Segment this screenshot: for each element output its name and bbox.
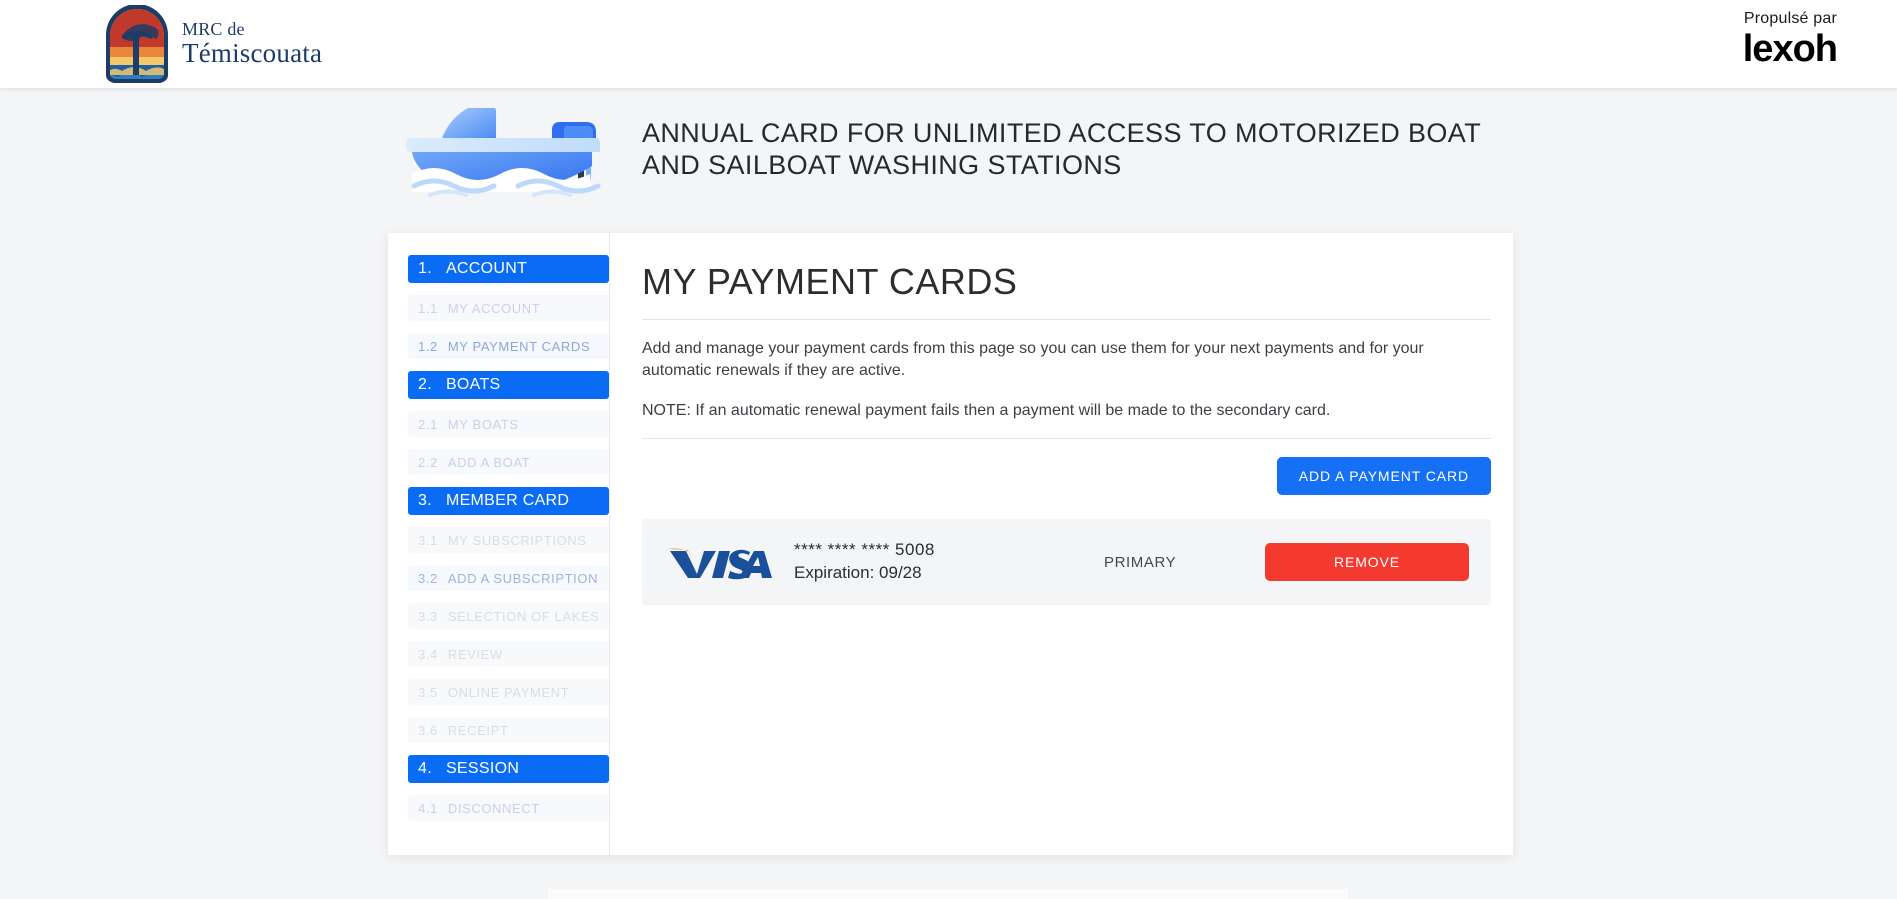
- sidebar-item-label: ONLINE PAYMENT: [447, 684, 570, 700]
- sidebar-item-label: SESSION: [445, 760, 520, 777]
- card-status-badge: PRIMARY: [1104, 553, 1177, 571]
- powered-by-block: Propulsé par lexoh: [1742, 10, 1838, 70]
- brand-line-2: Témiscouata: [182, 37, 323, 68]
- sidebar-item-receipt[interactable]: 3.6 RECEIPT: [408, 717, 609, 743]
- main-content: MY PAYMENT CARDS Add and manage your pay…: [610, 233, 1513, 855]
- sidebar-item-add-a-subscription[interactable]: 3.2 ADD A SUBSCRIPTION: [408, 565, 609, 591]
- sidebar-item-label: RECEIPT: [447, 722, 509, 738]
- sidebar-item-my-account[interactable]: 1.1 MY ACCOUNT: [408, 295, 609, 321]
- card-number: **** **** **** 5008: [794, 540, 935, 560]
- powered-by-label: Propulsé par: [1743, 10, 1837, 27]
- sidebar-item-label: DISCONNECT: [447, 800, 540, 816]
- banner-title: ANNUAL CARD FOR UNLIMITED ACCESS TO MOTO…: [642, 118, 1481, 180]
- sidebar-item-number: 3.5: [418, 684, 438, 700]
- sidebar-item-label: MY PAYMENT CARDS: [447, 338, 591, 354]
- content-panel: 1. ACCOUNT 1.1 MY ACCOUNT 1.2 MY PAYMENT CARD…: [388, 233, 1513, 855]
- sidebar-item-number: 3.: [418, 492, 432, 509]
- sidebar-item-number: 4.: [418, 760, 432, 777]
- sidebar-item-review[interactable]: 3.4 REVIEW: [408, 641, 609, 667]
- add-payment-card-button[interactable]: ADD A PAYMENT CARD: [1276, 457, 1491, 496]
- sidebar-item-label: ADD A SUBSCRIPTION: [447, 570, 599, 586]
- card-expiration: Expiration: 09/28: [794, 563, 922, 583]
- sidebar-item-member-card[interactable]: 3. MEMBER CARD: [408, 487, 609, 515]
- sidebar-item-number: 3.1: [418, 532, 438, 548]
- actions-row: ADD A PAYMENT CARD: [642, 457, 1491, 496]
- visa-logo-icon: [666, 540, 776, 585]
- sidebar-item-boats[interactable]: 2. BOATS: [408, 371, 609, 399]
- sidebar-item-label: MY ACCOUNT: [447, 300, 541, 316]
- site-header: MRC de Témiscouata Propulsé par lexoh: [0, 0, 1897, 88]
- section-divider: [642, 438, 1491, 440]
- sidebar-item-number: 1.2: [418, 338, 438, 354]
- sidebar-item-number: 3.6: [418, 722, 438, 738]
- sidebar-item-number: 3.3: [418, 608, 438, 624]
- sidebar-item-label: REVIEW: [447, 646, 503, 662]
- sidebar-item-number: 1.: [418, 260, 432, 277]
- sidebar-item-number: 3.4: [418, 646, 438, 662]
- title-divider: [642, 319, 1491, 320]
- sidebar-item-my-payment-cards[interactable]: 1.2 MY PAYMENT CARDS: [408, 333, 609, 359]
- sidebar-item-number: 4.1: [418, 800, 438, 816]
- mrc-temiscouata-crest-icon[interactable]: [98, 4, 176, 85]
- motorboat-illustration-icon: [400, 100, 616, 200]
- step-sidebar: 1. ACCOUNT 1.1 MY ACCOUNT 1.2 MY PAYMENT CARD…: [388, 233, 610, 855]
- sidebar-item-number: 3.2: [418, 570, 438, 586]
- sidebar-item-account[interactable]: 1. ACCOUNT: [408, 255, 609, 283]
- remove-card-button[interactable]: REMOVE: [1265, 543, 1469, 582]
- sidebar-item-number: 2.: [418, 376, 432, 393]
- sidebar-item-label: MY BOATS: [447, 416, 519, 432]
- sidebar-item-session[interactable]: 4. SESSION: [408, 755, 609, 783]
- sidebar-item-number: 2.1: [418, 416, 438, 432]
- sidebar-item-label: MEMBER CARD: [445, 492, 570, 509]
- sidebar-item-label: ACCOUNT: [445, 260, 528, 277]
- intro-paragraph: Add and manage your payment cards from t…: [642, 340, 1424, 380]
- sidebar-item-label: BOATS: [445, 376, 501, 393]
- sidebar-item-my-boats[interactable]: 2.1 MY BOATS: [408, 411, 609, 437]
- sidebar-item-disconnect[interactable]: 4.1 DISCONNECT: [408, 795, 609, 821]
- sidebar-item-number: 1.1: [418, 300, 438, 316]
- footer-strip: [548, 889, 1348, 899]
- page-title: MY PAYMENT CARDS: [642, 261, 1018, 302]
- sidebar-item-online-payment[interactable]: 3.5 ONLINE PAYMENT: [408, 679, 609, 705]
- page-banner: ANNUAL CARD FOR UNLIMITED ACCESS TO MOTO…: [400, 105, 1530, 197]
- lexoh-wordmark: lexoh: [1742, 28, 1838, 70]
- sidebar-item-selection-of-lakes[interactable]: 3.3 SELECTION OF LAKES: [408, 603, 609, 629]
- card-details: **** **** **** 5008 Expiration: 09/28: [794, 539, 1094, 585]
- sidebar-item-label: ADD A BOAT: [447, 454, 531, 470]
- sidebar-item-number: 2.2: [418, 454, 438, 470]
- sidebar-item-label: MY SUBSCRIPTIONS: [447, 532, 587, 548]
- payment-card-row: **** **** **** 5008 Expiration: 09/28 PR…: [642, 519, 1491, 606]
- brand-line-1: MRC de: [182, 19, 245, 39]
- sidebar-item-add-a-boat[interactable]: 2.2 ADD A BOAT: [408, 449, 609, 475]
- note-paragraph: NOTE: If an automatic renewal payment fa…: [642, 402, 1331, 420]
- sidebar-item-my-subscriptions[interactable]: 3.1 MY SUBSCRIPTIONS: [408, 527, 609, 553]
- brand-text: MRC de Témiscouata: [182, 19, 323, 68]
- sidebar-item-label: SELECTION OF LAKES: [447, 608, 600, 624]
